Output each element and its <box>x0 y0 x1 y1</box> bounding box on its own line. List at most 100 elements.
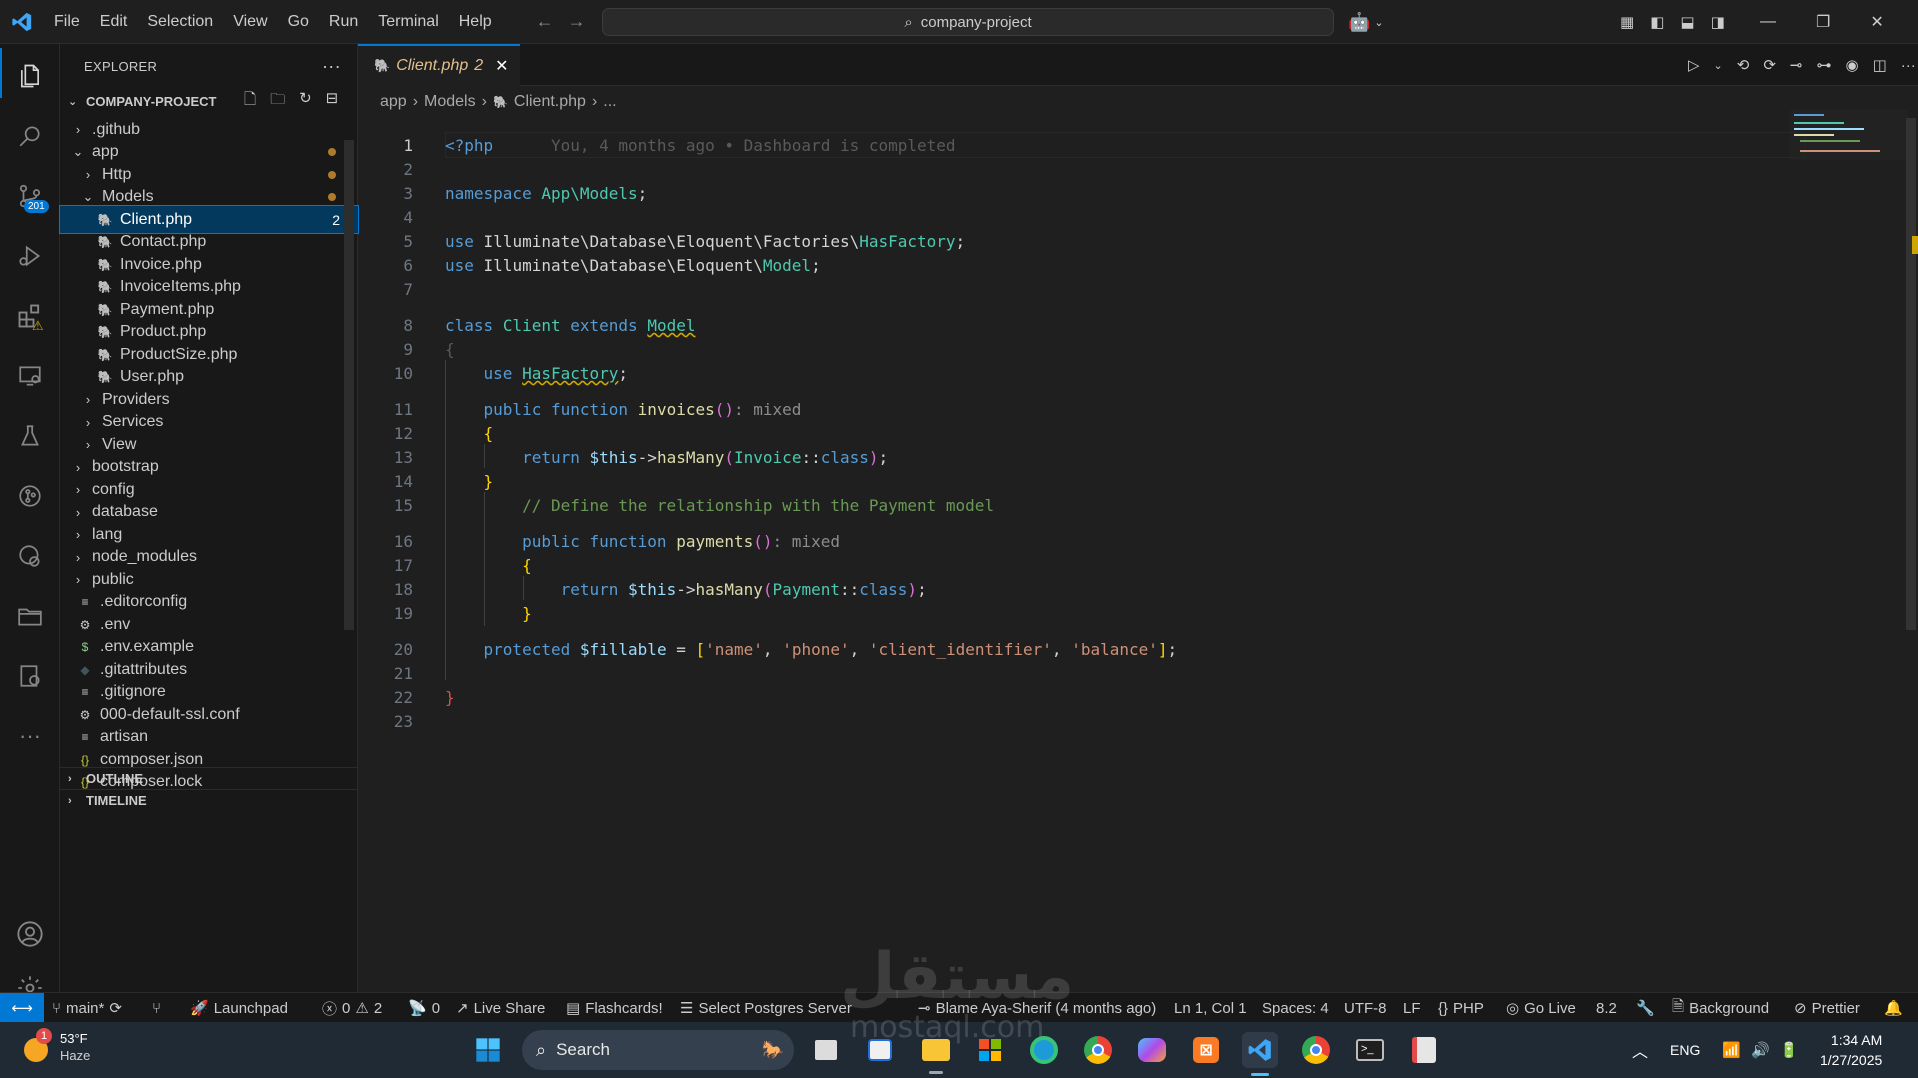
flashcards-item[interactable]: ▤ Flashcards! <box>566 993 663 1023</box>
menu-item-terminal[interactable]: Terminal <box>368 13 448 31</box>
extensions-icon[interactable]: ⚠ <box>0 288 60 344</box>
menu-item-edit[interactable]: Edit <box>90 13 138 31</box>
outline-section[interactable]: › OUTLINE <box>60 767 358 789</box>
menu-item-go[interactable]: Go <box>278 13 319 31</box>
live-share-item[interactable]: ↗ Live Share <box>456 993 545 1023</box>
run-code-icon[interactable]: ▷ <box>1688 56 1700 74</box>
copilot-app-icon[interactable] <box>1134 1032 1170 1068</box>
xampp-icon[interactable]: ⊠ <box>1188 1032 1224 1068</box>
snipping-tool-icon[interactable] <box>1406 1032 1442 1068</box>
forward-arrow-icon[interactable]: → <box>568 11 586 32</box>
toggle-secondary-sidebar-icon[interactable]: ◨ <box>1711 13 1725 31</box>
end-of-line[interactable]: LF <box>1403 993 1421 1023</box>
split-editor-icon[interactable]: ◫ <box>1873 56 1887 74</box>
postgres-item[interactable]: ☰ Select Postgres Server <box>680 993 852 1023</box>
windows-start-icon[interactable] <box>470 1032 506 1068</box>
collapse-all-icon[interactable]: ⊟ <box>326 89 339 114</box>
wifi-icon[interactable]: 📶 <box>1722 1041 1741 1059</box>
previous-change-icon[interactable]: ⊸ <box>1790 56 1803 74</box>
weather-widget[interactable]: 1 53°F Haze <box>22 1028 90 1064</box>
chrome-browser-icon[interactable] <box>1080 1032 1116 1068</box>
copilot-menu[interactable]: 🤖 ⌄ <box>1348 0 1384 44</box>
code-editor[interactable]: 1 2 3 4 5 6 7 8 9 10 11 12 13 14 15 16 1… <box>358 130 1898 990</box>
launchpad-item[interactable]: 🚀 Launchpad <box>190 993 288 1023</box>
close-window-icon[interactable]: ✕ <box>1870 12 1883 32</box>
activity-bar: 201 ⚠ ··· <box>0 44 60 1000</box>
wrench-item[interactable]: 🔧 <box>1636 993 1655 1023</box>
new-folder-icon[interactable]: 🗀 <box>270 89 285 114</box>
menu-item-selection[interactable]: Selection <box>137 13 223 31</box>
chrome-profile-icon[interactable] <box>1298 1032 1334 1068</box>
language-mode[interactable]: {} PHP <box>1438 993 1484 1023</box>
menu-item-run[interactable]: Run <box>319 13 368 31</box>
chevron-up-icon[interactable]: ︿ <box>1632 1038 1648 1062</box>
explorer-more-icon[interactable]: ··· <box>322 56 341 77</box>
gitlens-inspect-icon[interactable]: ◉ <box>1846 56 1859 74</box>
close-tab-icon[interactable]: ✕ <box>495 56 508 76</box>
testing-icon[interactable] <box>0 408 60 464</box>
branch-indicator[interactable]: ⑂ main* ⟳ <box>52 993 122 1023</box>
editor-more-icon[interactable]: ··· <box>1901 57 1916 74</box>
minimap[interactable] <box>1790 110 1910 170</box>
editor-scrollbar[interactable] <box>1906 118 1916 630</box>
sidebar-scrollbar[interactable] <box>344 140 354 630</box>
breadcrumb-models[interactable]: Models <box>424 93 476 111</box>
breadcrumb-file[interactable]: Client.php <box>514 93 586 111</box>
ports-indicator[interactable]: 📡 0 <box>408 993 440 1023</box>
prettier-item[interactable]: ⊘ Prettier <box>1794 993 1860 1023</box>
breadcrumb-app[interactable]: app <box>380 93 407 111</box>
gitlens-indicator[interactable]: ⑂ <box>152 993 161 1023</box>
background-item[interactable]: 🗎 Background <box>1672 993 1769 1023</box>
minimize-icon[interactable]: — <box>1760 13 1776 31</box>
remote-explorer-icon[interactable] <box>0 348 60 404</box>
back-arrow-icon[interactable]: ← <box>536 11 554 32</box>
vscode-taskbar-icon[interactable] <box>1242 1032 1278 1076</box>
remote-indicator-icon[interactable]: ⟷ <box>0 992 44 1023</box>
database-icon[interactable] <box>0 528 60 584</box>
encoding[interactable]: UTF-8 <box>1344 993 1387 1023</box>
open-changes-icon[interactable]: ⟳ <box>1763 56 1776 74</box>
restore-icon[interactable]: ❐ <box>1816 12 1830 32</box>
refresh-icon[interactable]: ↻ <box>299 89 312 114</box>
php-version[interactable]: 8.2 <box>1596 993 1617 1023</box>
explorer-icon[interactable] <box>0 48 60 104</box>
code-line: class Client extends Model <box>445 316 696 335</box>
search-icon[interactable] <box>0 108 60 164</box>
more-icon[interactable]: ··· <box>0 708 60 764</box>
tab-client-php[interactable]: 🐘 Client.php 2 ✕ <box>358 44 520 86</box>
battery-icon[interactable]: 🔋 <box>1780 1041 1799 1059</box>
terminal-icon[interactable]: >_ <box>1352 1032 1388 1068</box>
input-language[interactable]: ENG <box>1670 1042 1700 1058</box>
customize-layout-icon[interactable]: ▦ <box>1620 13 1634 31</box>
taskbar-search[interactable]: ⌕ Search 🐎 <box>522 1030 794 1070</box>
clock[interactable]: 1:34 AM 1/27/2025 <box>1820 1030 1882 1070</box>
toggle-primary-sidebar-icon[interactable]: ◧ <box>1650 13 1664 31</box>
volume-icon[interactable]: 🔊 <box>1751 1041 1770 1059</box>
go-live-item[interactable]: ◎ Go Live <box>1506 993 1576 1023</box>
timeline-history-icon[interactable]: ⟲ <box>1737 56 1750 74</box>
menu-item-file[interactable]: File <box>44 13 90 31</box>
copilot-icon[interactable]: 🤖 <box>1348 12 1370 33</box>
docker-icon[interactable] <box>0 648 60 704</box>
toggle-panel-icon[interactable]: ⬓ <box>1680 13 1694 31</box>
vscode-logo-icon[interactable] <box>0 0 44 44</box>
problems-indicator[interactable]: ⓧ 0 ⚠ 2 <box>322 993 382 1023</box>
project-section-header[interactable]: ⌄ COMPANY-PROJECT 🗋 🗀 ↻ ⊟ <box>60 88 358 114</box>
next-change-icon[interactable]: ⊶ <box>1817 56 1832 74</box>
notifications-bell-icon[interactable]: 🔔 <box>1884 993 1903 1023</box>
cursor-position[interactable]: Ln 1, Col 1 <box>1174 993 1247 1023</box>
timeline-section[interactable]: › TIMELINE <box>60 789 358 811</box>
project-manager-icon[interactable] <box>0 588 60 644</box>
menu-item-view[interactable]: View <box>223 13 277 31</box>
new-file-icon[interactable]: 🗋 <box>244 89 256 114</box>
gitlens-icon[interactable] <box>0 468 60 524</box>
menu-item-help[interactable]: Help <box>449 13 502 31</box>
accounts-icon[interactable] <box>0 906 60 962</box>
task-view-icon[interactable] <box>808 1032 844 1068</box>
source-control-icon[interactable]: 201 <box>0 168 60 224</box>
breadcrumb-symbol[interactable]: ... <box>603 93 616 111</box>
run-debug-icon[interactable] <box>0 228 60 284</box>
indentation[interactable]: Spaces: 4 <box>1262 993 1329 1023</box>
command-center-search[interactable]: ⌕ company-project <box>602 8 1334 36</box>
run-dropdown-icon[interactable]: ⌄ <box>1714 59 1723 72</box>
